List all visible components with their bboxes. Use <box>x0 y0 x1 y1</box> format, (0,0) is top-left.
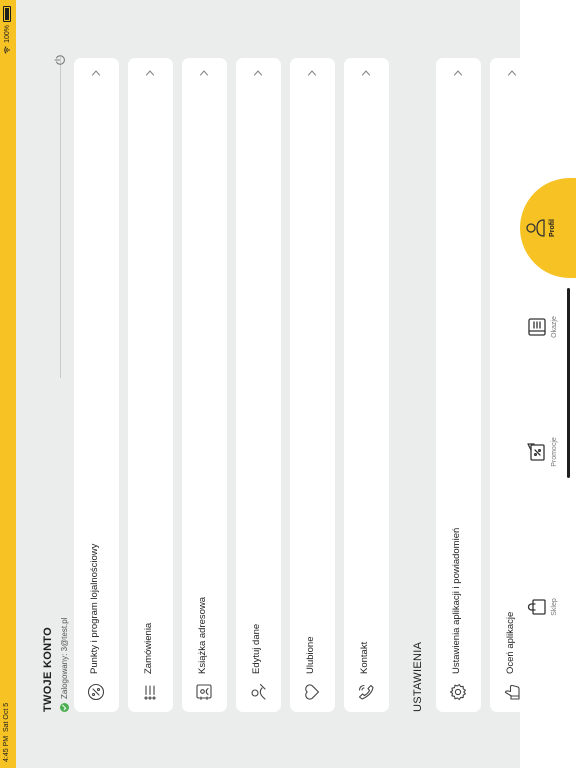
menu-item-label: Punkty i program lojalnościowy <box>89 543 100 674</box>
check-icon <box>60 703 69 712</box>
wifi-icon <box>4 46 10 54</box>
profile-screen: TWOJE KONTO Zalogowany: 3@test.pl Punkty… <box>16 0 535 768</box>
app-screen: 4:45 PM Sat Oct 5 100% TWOJE KONTO Zalog… <box>0 0 576 768</box>
menu-item-label: Oceń aplikacje <box>505 611 516 674</box>
tab-shop[interactable]: Sklep <box>526 572 558 642</box>
menu-item-label: Edytuj dane <box>251 623 262 674</box>
menu-item-orders[interactable]: Zamówienia <box>128 58 173 712</box>
battery-icon <box>3 6 11 22</box>
settings-item-app-settings[interactable]: Ustawienia aplikacji i powiadomień <box>436 58 481 712</box>
battery-percent: 100% <box>3 25 11 43</box>
shopping-bag-icon <box>527 599 546 615</box>
menu-item-loyalty[interactable]: Punkty i program lojalnościowy <box>74 58 119 712</box>
home-indicator[interactable] <box>567 288 570 478</box>
menu-item-label: Ustawienia aplikacji i powiadomień <box>451 527 462 674</box>
chevron-right-icon <box>199 70 209 76</box>
menu-item-contact[interactable]: Kontakt <box>344 58 389 712</box>
status-time: 4:45 PM Sat Oct 5 <box>3 703 10 762</box>
chevron-right-icon <box>145 70 155 76</box>
tab-profile[interactable]: Profil <box>524 193 556 263</box>
tab-label: Sklep <box>551 598 558 616</box>
menu-item-label: Zamówienia <box>143 622 154 674</box>
tab-label: Promocje <box>551 437 558 467</box>
heart-icon <box>305 684 320 700</box>
chevron-right-icon <box>507 70 517 76</box>
chevron-right-icon <box>307 70 317 76</box>
profile-icon <box>526 219 545 237</box>
chevron-right-icon <box>253 70 263 76</box>
deals-list-icon <box>528 318 546 336</box>
header-divider <box>60 56 61 378</box>
gear-icon <box>449 683 466 701</box>
chevron-right-icon <box>453 70 463 76</box>
status-date-text: Sat Oct 5 <box>3 702 10 733</box>
menu-item-favorites[interactable]: Ulubione <box>290 58 335 712</box>
percent-circle-icon <box>87 683 105 701</box>
promo-tag-icon <box>527 443 545 461</box>
status-time-text: 4:45 PM <box>3 735 10 762</box>
tab-deals[interactable]: Okazje <box>526 292 558 362</box>
list-icon <box>144 685 156 700</box>
tab-promotions[interactable]: Promocje <box>526 417 558 487</box>
chevron-right-icon <box>361 70 371 76</box>
logged-in-row: Zalogowany: 3@test.pl <box>60 617 69 712</box>
chevron-right-icon <box>91 70 101 76</box>
settings-section-title: USTAWIENIA <box>412 641 424 712</box>
thumbs-up-icon <box>504 684 520 700</box>
status-right: 100% <box>3 6 11 54</box>
edit-user-icon <box>251 683 266 700</box>
menu-item-edit-data[interactable]: Edytuj dane <box>236 58 281 712</box>
phone-icon <box>358 684 374 700</box>
tab-label: Okazje <box>551 316 558 338</box>
page-title: TWOJE KONTO <box>42 627 54 712</box>
status-bar: 4:45 PM Sat Oct 5 100% <box>0 0 16 768</box>
address-book-icon <box>196 684 212 701</box>
menu-item-label: Kontakt <box>359 641 370 674</box>
menu-item-label: Ulubione <box>305 636 316 675</box>
menu-item-address-book[interactable]: Książka adresowa <box>182 58 227 712</box>
menu-item-label: Książka adresowa <box>197 596 208 674</box>
logged-in-text: Zalogowany: 3@test.pl <box>60 617 69 700</box>
tab-label: Profil <box>549 219 556 237</box>
logout-icon[interactable] <box>54 54 66 66</box>
